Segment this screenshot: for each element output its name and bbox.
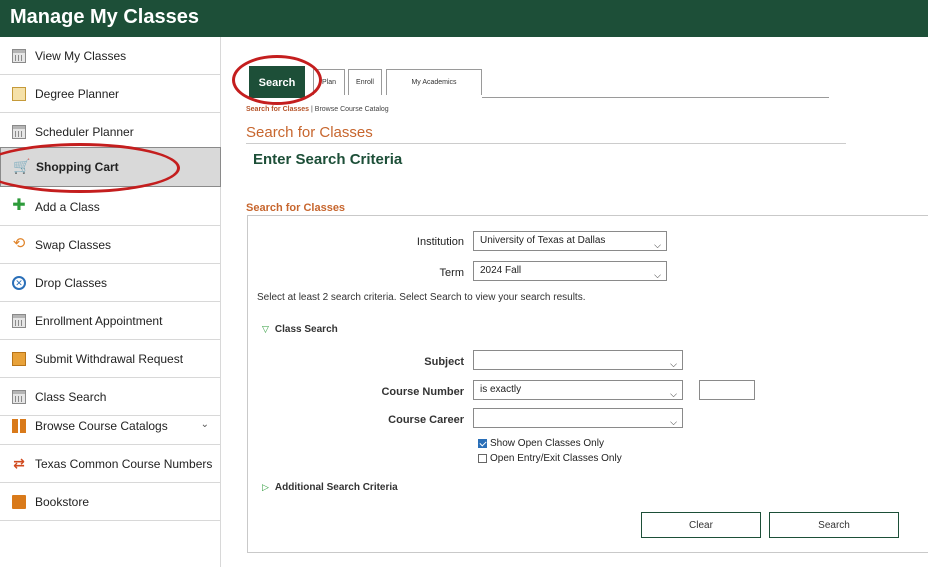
show-open-classes-checkbox[interactable]: Show Open Classes Only [478,438,604,449]
sidebar-item-label: Add a Class [35,199,100,214]
open-entry-exit-checkbox[interactable]: Open Entry/Exit Classes Only [478,453,622,464]
chevron-down-icon[interactable]: ⌄ [201,419,209,430]
sidebar-item-view-my-classes[interactable]: View My Classes [0,37,221,75]
instruction-text: Select at least 2 search criteria. Selec… [257,292,586,303]
sidebar-item-label: Submit Withdrawal Request [35,351,184,366]
sidebar-item-label: Scheduler Planner [35,124,134,139]
chevron-down-icon: ⌵ [654,240,661,250]
sidebar-item-label: Enrollment Appointment [35,313,163,328]
sidebar-item-label: Class Search [35,389,107,404]
class-search-label: Class Search [274,324,338,335]
course-career-label: Course Career [388,414,464,426]
chevron-down-icon: ⌵ [670,417,677,427]
subnav-search-for-classes-link[interactable]: Search for Classes [246,106,309,113]
show-open-classes-label: Show Open Classes Only [490,438,604,449]
institution-select[interactable]: University of Texas at Dallas ⌵ [473,231,667,251]
sidebar-item-label: Bookstore [35,494,90,509]
course-number-operator-value: is exactly [480,384,522,395]
calendar-icon [12,48,26,63]
tab-enroll[interactable]: Enroll [348,69,382,95]
subject-select[interactable]: ⌵ [473,350,683,370]
sidebar-item-swap-classes[interactable]: ⟲ Swap Classes [0,226,221,264]
subnav: Search for Classes | Browse Course Catal… [246,106,389,113]
sidebar-item-texas-common-course-numbers[interactable]: ⇄ Texas Common Course Numbers [0,445,221,483]
section-title: Enter Search Criteria [253,151,403,168]
chevron-down-icon: ⌵ [654,270,661,280]
additional-search-criteria-toggle[interactable]: ▷ Additional Search Criteria [262,482,398,493]
book-icon [12,418,26,433]
clear-button[interactable]: Clear [641,512,761,538]
subnav-browse-course-catalog-link[interactable]: Browse Course Catalog [315,106,389,113]
divider [246,143,846,144]
panel-label: Search for Classes [246,202,346,214]
search-button[interactable]: Search [769,512,899,538]
chevron-down-icon: ⌵ [670,389,677,399]
calendar-icon [12,313,26,328]
app-header: Manage My Classes [0,0,928,37]
checkbox-checked-icon[interactable] [478,439,487,448]
checkbox-unchecked-icon[interactable] [478,454,487,463]
open-entry-exit-label: Open Entry/Exit Classes Only [490,453,622,464]
document-icon [12,351,26,366]
sidebar-item-label: Drop Classes [35,275,108,290]
bookstore-icon [12,494,26,509]
page-title: Search for Classes [246,124,373,141]
app-title: Manage My Classes [10,6,199,28]
tab-underline [482,97,829,98]
sidebar-item-browse-course-catalogs[interactable]: Browse Course Catalogs ⌄ [0,407,221,445]
sidebar-item-label: Degree Planner [35,86,120,101]
transfer-arrows-icon: ⇄ [13,454,25,471]
sidebar-item-add-a-class[interactable]: ✚ Add a Class [0,188,221,226]
sidebar-item-label: Swap Classes [35,237,112,252]
drop-icon: ✕ [12,275,26,290]
planner-icon [12,86,26,101]
tab-my-academics[interactable]: My Academics [386,69,482,95]
institution-label: Institution [416,236,464,248]
triangle-right-icon: ▷ [262,482,269,492]
class-search-toggle[interactable]: ▽ Class Search [262,324,338,335]
term-value: 2024 Fall [480,265,522,276]
sidebar-item-label: View My Classes [35,48,127,63]
triangle-down-icon: ▽ [262,324,269,334]
course-number-input[interactable] [699,380,755,400]
term-label: Term [439,267,464,279]
institution-value: University of Texas at Dallas [480,235,606,246]
sidebar-item-bookstore[interactable]: Bookstore [0,483,221,521]
swap-icon: ⟲ [12,234,26,252]
calendar-icon [12,124,26,139]
calendar-icon [12,389,26,404]
sidebar-item-label: Browse Course Catalogs [35,418,168,433]
sidebar-item-submit-withdrawal-request[interactable]: Submit Withdrawal Request [0,340,221,378]
subject-label: Subject [424,356,464,368]
sidebar-item-drop-classes[interactable]: ✕ Drop Classes [0,264,221,302]
subnav-separator: | [311,106,313,113]
term-select[interactable]: 2024 Fall ⌵ [473,261,667,281]
sidebar-item-label: Texas Common Course Numbers [35,456,213,471]
course-number-operator-select[interactable]: is exactly ⌵ [473,380,683,400]
sidebar: View My Classes Degree Planner Scheduler… [0,37,221,567]
sidebar-item-degree-planner[interactable]: Degree Planner [0,75,221,113]
sidebar-item-enrollment-appointment[interactable]: Enrollment Appointment [0,302,221,340]
additional-search-criteria-label: Additional Search Criteria [274,482,398,493]
course-number-label: Course Number [381,386,464,398]
highlight-oval-search-tab [232,55,322,105]
plus-icon: ✚ [12,196,26,214]
course-career-select[interactable]: ⌵ [473,408,683,428]
chevron-down-icon: ⌵ [670,359,677,369]
